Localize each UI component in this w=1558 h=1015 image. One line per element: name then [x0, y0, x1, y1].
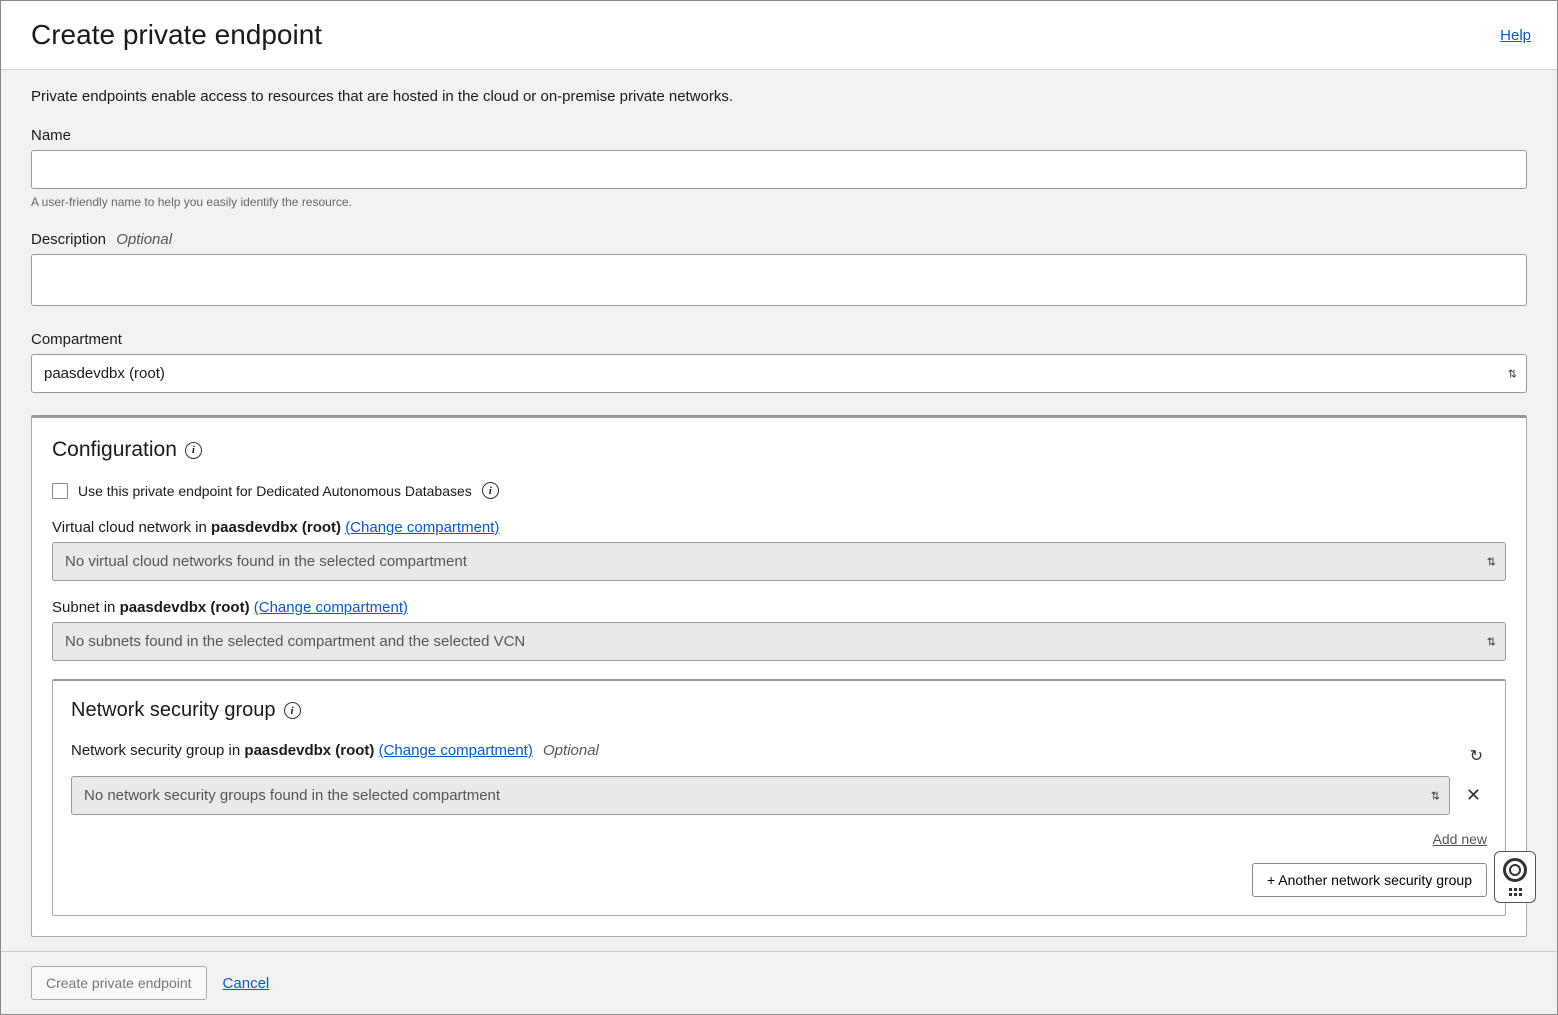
page-title: Create private endpoint	[31, 19, 322, 51]
nsg-change-compartment[interactable]: (Change compartment)	[379, 742, 533, 759]
compartment-label: Compartment	[31, 331, 1527, 348]
vcn-select[interactable]: No virtual cloud networks found in the s…	[52, 542, 1506, 581]
nsg-label: Network security group in paasdevdbx (ro…	[71, 742, 1456, 759]
nsg-select[interactable]: No network security groups found in the …	[71, 776, 1450, 815]
subnet-field: Subnet in paasdevdbx (root) (Change comp…	[52, 599, 1506, 661]
info-icon[interactable]: i	[284, 702, 301, 719]
help-widget[interactable]	[1494, 851, 1536, 903]
footer: Create private endpoint Cancel	[1, 951, 1557, 1014]
dedicated-adb-row: Use this private endpoint for Dedicated …	[52, 482, 1506, 499]
refresh-icon[interactable]: ↻	[1466, 742, 1487, 770]
lifebuoy-icon	[1503, 858, 1527, 882]
description-field: Description Optional	[31, 231, 1527, 309]
dedicated-adb-label: Use this private endpoint for Dedicated …	[78, 483, 472, 499]
add-new-row: Add new	[71, 831, 1487, 847]
name-help: A user-friendly name to help you easily …	[31, 195, 1527, 209]
configuration-panel: Configuration i Use this private endpoin…	[31, 415, 1527, 937]
create-button[interactable]: Create private endpoint	[31, 966, 207, 1000]
intro-text: Private endpoints enable access to resou…	[31, 88, 1527, 105]
dialog-header: Create private endpoint Help	[1, 1, 1557, 70]
name-label: Name	[31, 127, 1527, 144]
cancel-link[interactable]: Cancel	[223, 975, 270, 992]
subnet-label: Subnet in paasdevdbx (root) (Change comp…	[52, 599, 1506, 616]
info-icon[interactable]: i	[185, 442, 202, 459]
compartment-field: Compartment paasdevdbx (root) ⇅	[31, 331, 1527, 393]
grid-icon	[1509, 888, 1522, 896]
vcn-change-compartment[interactable]: (Change compartment)	[345, 519, 499, 536]
help-link[interactable]: Help	[1500, 27, 1531, 44]
compartment-select[interactable]: paasdevdbx (root)	[31, 354, 1527, 393]
optional-tag: Optional	[543, 742, 599, 759]
name-field: Name A user-friendly name to help you ea…	[31, 127, 1527, 209]
remove-nsg-icon[interactable]: ✕	[1460, 785, 1487, 806]
subnet-change-compartment[interactable]: (Change compartment)	[254, 599, 408, 616]
description-label: Description Optional	[31, 231, 1527, 248]
optional-tag: Optional	[116, 231, 172, 248]
vcn-field: Virtual cloud network in paasdevdbx (roo…	[52, 519, 1506, 581]
configuration-title: Configuration i	[52, 438, 1506, 462]
add-another-nsg-button[interactable]: + Another network security group	[1252, 863, 1487, 897]
vcn-label: Virtual cloud network in paasdevdbx (roo…	[52, 519, 1506, 536]
nsg-title: Network security group i	[71, 699, 1487, 722]
description-input[interactable]	[31, 254, 1527, 306]
add-new-link[interactable]: Add new	[1433, 831, 1487, 847]
nsg-panel: Network security group i Network securit…	[52, 679, 1506, 916]
dedicated-adb-checkbox[interactable]	[52, 483, 68, 499]
form-body: Private endpoints enable access to resou…	[1, 70, 1557, 951]
name-input[interactable]	[31, 150, 1527, 189]
info-icon[interactable]: i	[482, 482, 499, 499]
subnet-select[interactable]: No subnets found in the selected compart…	[52, 622, 1506, 661]
